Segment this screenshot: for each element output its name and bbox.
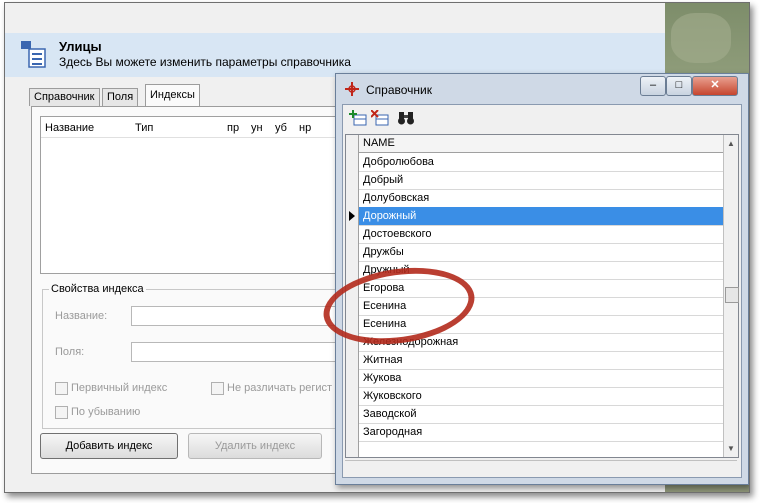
page-subtitle: Здесь Вы можете изменить параметры справ… [59,55,351,69]
screenshot-frame: Улицы Здесь Вы можете изменить параметры… [4,2,750,493]
tab-indexes[interactable]: Индексы [145,84,200,107]
list-item[interactable]: Долубовская [359,189,731,208]
list-item[interactable]: Достоевского [359,225,731,244]
delete-record-icon[interactable] [371,110,389,126]
vertical-scrollbar[interactable]: ▲ ▼ [723,135,739,457]
index-fields-input[interactable] [131,342,343,362]
table-properties-icon [21,41,46,68]
fields-label: Поля: [55,346,85,358]
descending-checkbox[interactable] [55,406,68,419]
tab-fields[interactable]: Поля [102,88,139,106]
list-item[interactable]: Есенина [359,315,731,334]
list-item[interactable]: Добрый [359,171,731,190]
index-list[interactable]: Название Тип пр ун уб нр [40,116,342,274]
app-icon [345,82,359,96]
list-item[interactable]: Загородная [359,423,731,442]
scroll-thumb[interactable] [725,287,739,303]
maximize-button[interactable]: □ [666,76,692,96]
add-record-icon[interactable] [349,110,367,126]
close-button[interactable]: ✕ [692,76,738,96]
row-indicator-column [346,135,359,457]
reference-grid[interactable]: NAME Добролюбова Добрый Долубовская Дорожны… [345,134,739,458]
main-header: Улицы Здесь Вы можете изменить параметры… [5,33,665,77]
col-ub[interactable]: уб [275,122,287,134]
primary-index-checkbox[interactable] [55,382,68,395]
delete-index-button[interactable]: Удалить индекс [188,433,322,459]
dialog-toolbar [343,105,741,133]
index-name-input[interactable] [131,306,343,326]
dialog-title: Справочник [366,83,432,97]
index-list-header: Название Тип пр ун уб нр [41,117,341,138]
list-item[interactable]: Заводской [359,405,731,424]
status-bar [345,460,737,475]
col-un[interactable]: ун [251,122,263,134]
list-item[interactable]: Житная [359,351,731,370]
list-item[interactable]: Добролюбова [359,153,731,172]
descending-label: По убыванию [71,406,141,418]
column-header-name[interactable]: NAME [359,135,731,153]
page-title: Улицы [59,39,102,54]
minimize-button[interactable]: – [640,76,666,96]
group-title: Свойства индекса [49,283,146,295]
list-item[interactable]: Дружный [359,261,731,280]
tab-reference[interactable]: Справочник [29,88,100,106]
col-type[interactable]: Тип [135,122,153,134]
list-item[interactable]: Дружбы [359,243,731,262]
reference-dialog: Справочник – □ ✕ NAME Добролюбова Добрый… [335,73,749,485]
col-name[interactable]: Название [45,122,94,134]
index-properties-group: Свойства индекса Название: Поля: Первичн… [42,283,344,429]
list-item[interactable]: Жуковского [359,387,731,406]
indexes-panel: Название Тип пр ун уб нр Свойства индекс… [31,106,344,474]
dialog-body: NAME Добролюбова Добрый Долубовская Дорожны… [342,104,742,478]
binoculars-icon[interactable] [397,110,415,126]
scroll-up-icon[interactable]: ▲ [727,139,735,148]
list-item[interactable]: Дорожный [359,207,731,226]
add-index-button[interactable]: Добавить индекс [40,433,178,459]
name-label: Название: [55,310,108,322]
col-nr[interactable]: нр [299,122,311,134]
list-item[interactable]: Егорова [359,279,731,298]
case-insensitive-checkbox[interactable] [211,382,224,395]
case-insensitive-label: Не различать регист [227,382,333,394]
top-toolbar-area [5,3,665,34]
list-item[interactable]: Есенина [359,297,731,316]
scroll-down-icon[interactable]: ▼ [727,444,735,453]
col-pr[interactable]: пр [227,122,239,134]
list-item[interactable]: Жукова [359,369,731,388]
primary-index-label: Первичный индекс [71,382,168,394]
list-item[interactable]: Железнодорожная [359,333,731,352]
current-row-indicator-icon [349,211,355,221]
